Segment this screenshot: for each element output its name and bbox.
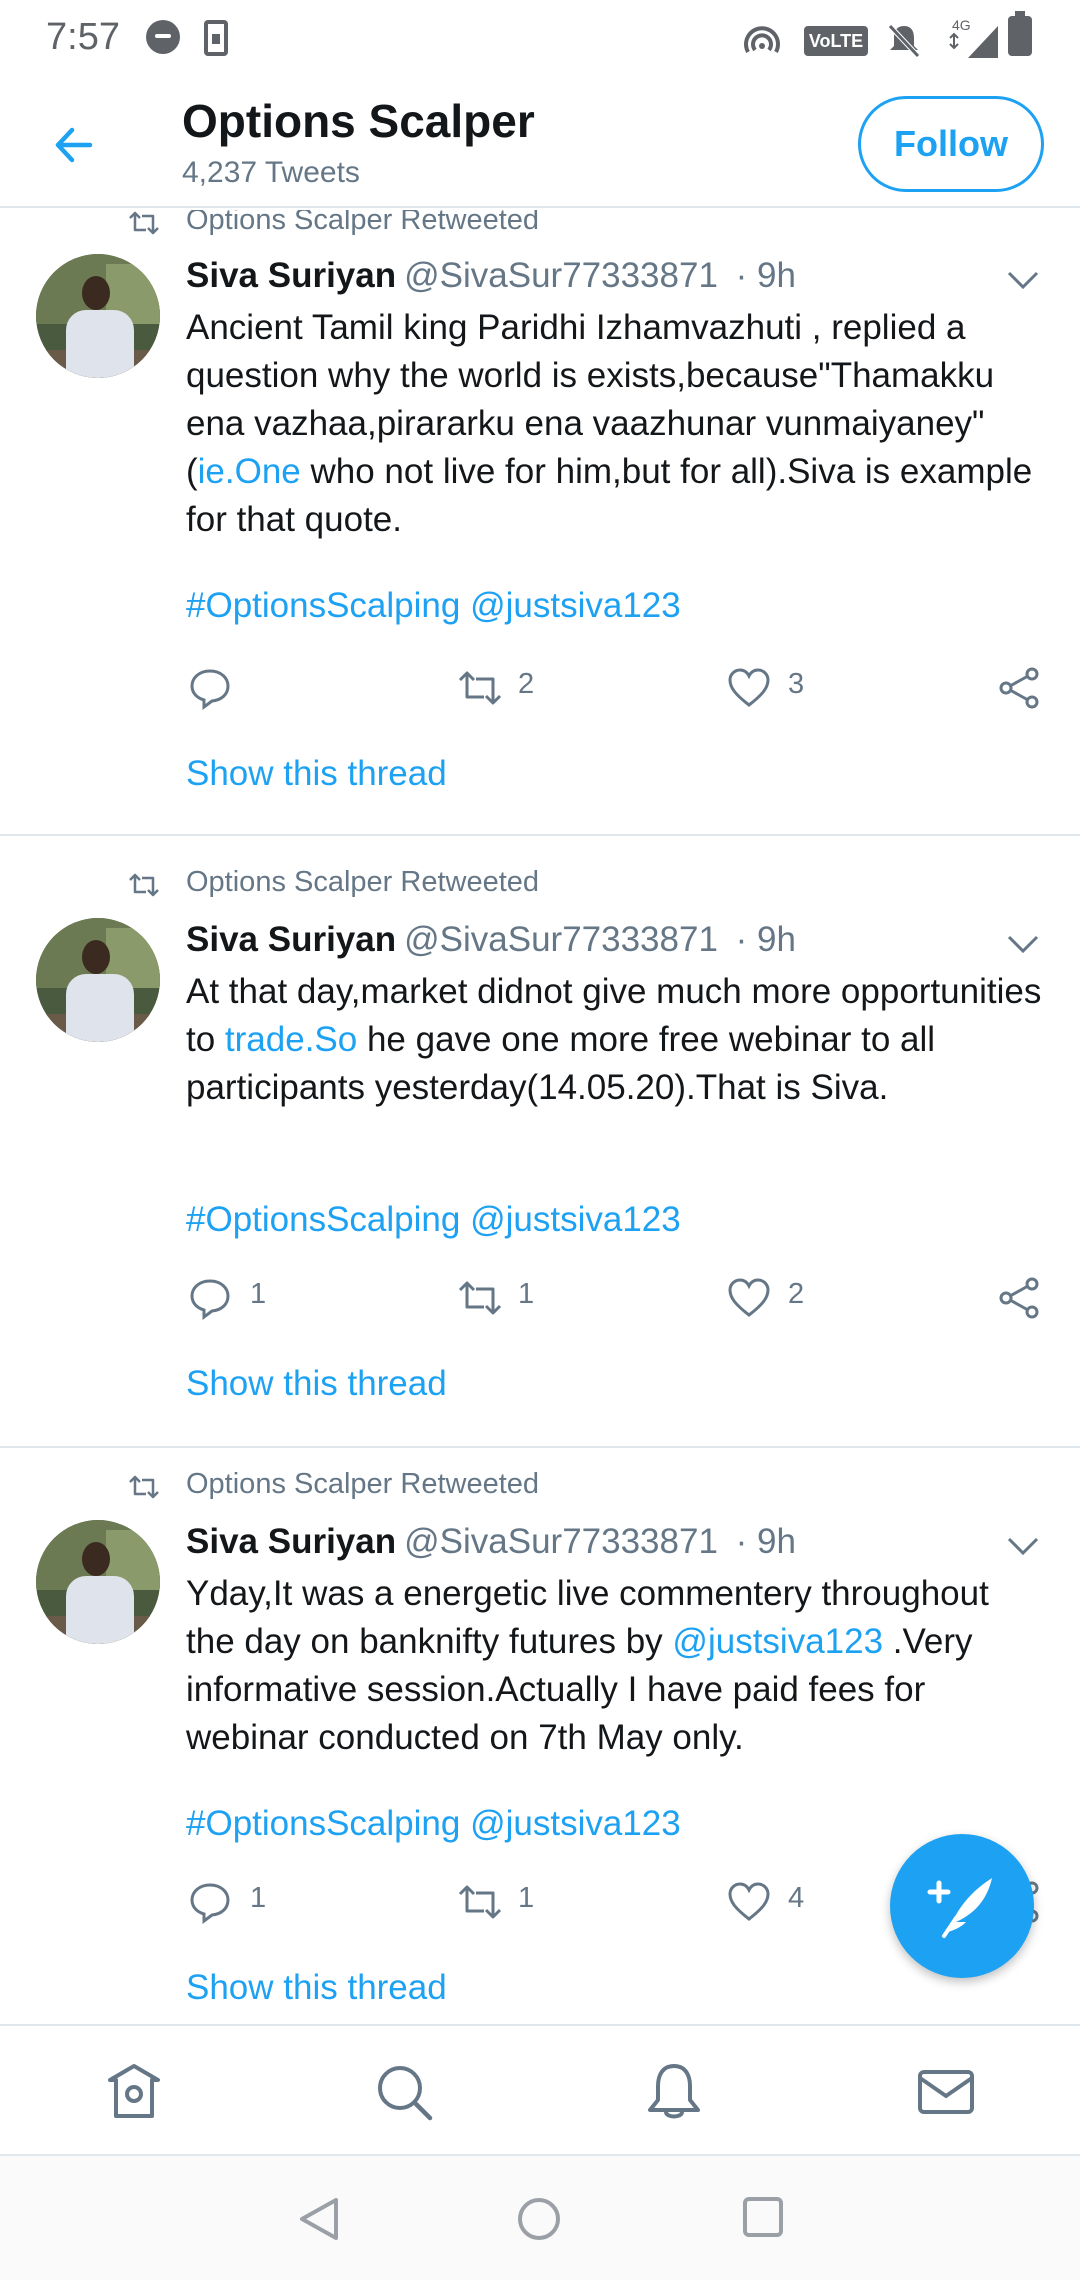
retweet-small-icon <box>129 211 159 235</box>
retweet-count: 1 <box>518 1278 535 1310</box>
avatar[interactable] <box>36 918 160 1042</box>
arrow-left-icon <box>55 127 93 163</box>
author-handle: @SivaSur77333871 <box>404 256 718 295</box>
avatar[interactable] <box>36 1520 160 1644</box>
heart-icon <box>728 1278 770 1317</box>
nav-recents-icon[interactable] <box>742 2196 784 2238</box>
status-bar: 7:57 VoLTE 4G <box>0 0 1080 80</box>
author-handle: @SivaSur77333871 <box>404 920 718 959</box>
back-button[interactable] <box>50 120 100 170</box>
compose-tweet-button[interactable] <box>890 1834 1034 1978</box>
tweet-actions: 1 1 2 <box>0 1272 1080 1322</box>
like-count: 4 <box>788 1882 805 1914</box>
tweet-text: Yday,It was a energetic live commentery … <box>186 1574 989 1757</box>
battery-icon <box>1008 11 1032 56</box>
network-type: 4G <box>952 18 971 33</box>
author-name[interactable]: Siva Suriyan <box>186 256 396 295</box>
retweet-count: 2 <box>518 668 535 700</box>
signal-icon: 4G <box>946 17 1002 65</box>
status-time: 7:57 <box>46 16 120 58</box>
retweet-icon <box>458 1281 502 1315</box>
hashtag-link[interactable]: #OptionsScalping <box>186 1200 460 1239</box>
message-notification-icon <box>146 20 180 54</box>
like-count: 3 <box>788 668 805 700</box>
retweet-label: Options Scalper Retweeted <box>186 210 540 236</box>
avatar[interactable] <box>36 254 160 378</box>
profile-header: Options Scalper 4,237 Tweets Follow <box>0 80 1080 208</box>
mention-link[interactable]: @justsiva123 <box>470 1804 681 1843</box>
follow-button[interactable]: Follow <box>858 96 1044 192</box>
retweet-label: Options Scalper Retweeted <box>186 866 540 898</box>
show-thread-link[interactable]: Show this thread <box>186 1968 447 2008</box>
author-name[interactable]: Siva Suriyan <box>186 1522 396 1561</box>
search-icon <box>378 2066 433 2121</box>
speech-bubble-icon <box>190 1279 230 1320</box>
heart-icon <box>728 668 770 707</box>
reply-count: 1 <box>250 1882 267 1914</box>
retweet-context: Options Scalper Retweeted <box>0 1468 1080 1508</box>
retweet-context: Options Scalper Retweeted <box>0 866 1080 906</box>
chevron-down-icon[interactable] <box>1006 1534 1040 1558</box>
retweet-context: Options Scalper Retweeted <box>0 210 1080 244</box>
bell-muted-icon <box>884 20 924 65</box>
retweet-small-icon <box>129 873 159 897</box>
hotspot-icon <box>742 26 782 61</box>
hashtag-link[interactable]: #OptionsScalping <box>186 586 460 625</box>
speech-bubble-icon <box>190 669 230 710</box>
bell-icon <box>648 2064 700 2119</box>
hashtag-link[interactable]: #OptionsScalping <box>186 1804 460 1843</box>
nav-home-icon[interactable] <box>516 2196 562 2242</box>
tab-notifications[interactable] <box>644 2062 704 2122</box>
tweet-time: · 9h <box>735 256 796 295</box>
retweet-small-icon <box>129 1475 159 1499</box>
mention-link[interactable]: @justsiva123 <box>470 586 681 625</box>
share-icon <box>999 1277 1039 1319</box>
tweet-author-row[interactable]: Siva Suriyan @SivaSur77333871 · 9h <box>186 1522 796 1566</box>
author-handle: @SivaSur77333871 <box>404 1522 718 1561</box>
chevron-down-icon[interactable] <box>1006 268 1040 292</box>
speech-bubble-icon <box>190 1883 230 1924</box>
tweet-link[interactable]: trade.So <box>225 1020 357 1059</box>
phone-notification-icon <box>204 20 228 56</box>
tweet-author-row[interactable]: Siva Suriyan @SivaSur77333871 · 9h <box>186 920 796 964</box>
author-name[interactable]: Siva Suriyan <box>186 920 396 959</box>
retweet-icon <box>458 1885 502 1919</box>
nav-back-icon[interactable] <box>296 2196 340 2242</box>
retweet-label: Options Scalper Retweeted <box>186 1468 540 1500</box>
tab-search[interactable] <box>374 2062 434 2122</box>
tweet-time: · 9h <box>735 920 796 959</box>
tweet-link[interactable]: ie.One <box>198 452 301 491</box>
volte-badge: VoLTE <box>804 26 868 56</box>
page-title: Options Scalper <box>182 95 535 147</box>
tweet-count: 4,237 Tweets <box>182 156 360 189</box>
system-navigation-bar <box>0 2154 1080 2280</box>
share-icon <box>999 667 1039 709</box>
tweet-tags: #OptionsScalping @justsiva123 <box>186 586 681 626</box>
heart-icon <box>728 1882 770 1921</box>
tweet-tags: #OptionsScalping @justsiva123 <box>186 1200 681 1240</box>
tab-home[interactable] <box>104 2062 164 2122</box>
tweet-text: At that day,market didnot give much more… <box>186 972 1042 1107</box>
tweet-text: Ancient Tamil king Paridhi Izhamvazhuti … <box>186 308 1033 539</box>
tweet-time: · 9h <box>735 1522 796 1561</box>
retweet-count: 1 <box>518 1882 535 1914</box>
reply-count: 1 <box>250 1278 267 1310</box>
tweet-author-row[interactable]: Siva Suriyan @SivaSur77333871 · 9h <box>186 256 796 300</box>
tweet-tags: #OptionsScalping @justsiva123 <box>186 1804 681 1844</box>
tweet-feed[interactable]: Options Scalper Retweeted Siva Suriyan @S… <box>0 210 1080 2024</box>
tweet-link[interactable]: @justsiva123 <box>672 1622 883 1661</box>
tweet-actions: 2 3 <box>0 662 1080 712</box>
home-icon <box>108 2064 160 2118</box>
like-count: 2 <box>788 1278 805 1310</box>
show-thread-link[interactable]: Show this thread <box>186 754 447 794</box>
envelope-icon <box>918 2070 974 2114</box>
chevron-down-icon[interactable] <box>1006 932 1040 956</box>
mention-link[interactable]: @justsiva123 <box>470 1200 681 1239</box>
bottom-tab-bar <box>0 2024 1080 2154</box>
show-thread-link[interactable]: Show this thread <box>186 1364 447 1404</box>
feather-plus-icon <box>927 1878 992 1938</box>
retweet-icon <box>458 671 502 705</box>
tab-messages[interactable] <box>916 2062 976 2122</box>
tweet-card[interactable]: Options Scalper Retweeted Siva Suriyan @S… <box>0 836 1080 1448</box>
